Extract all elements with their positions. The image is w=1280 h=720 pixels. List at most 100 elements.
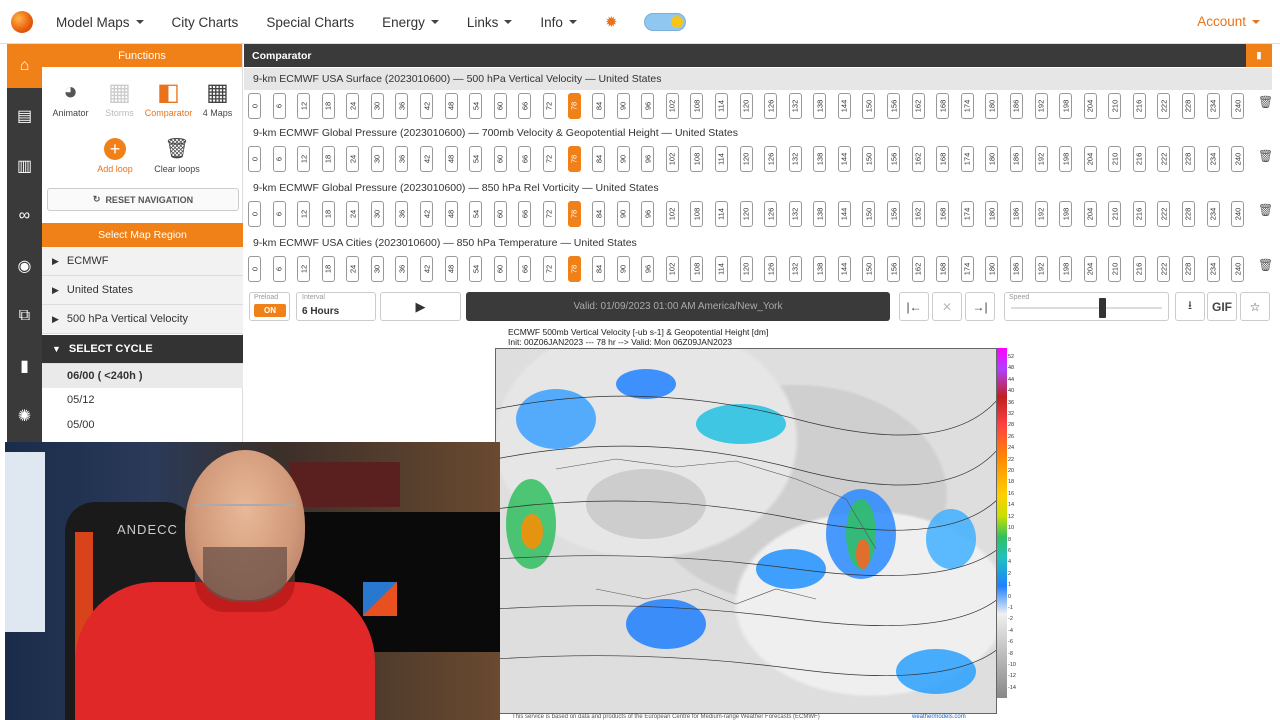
hour-button[interactable]: 0 — [248, 256, 261, 282]
hour-button[interactable]: 162 — [911, 201, 925, 227]
bar-chart-icon[interactable]: ▮ — [7, 344, 42, 388]
hour-button[interactable]: 30 — [370, 201, 384, 227]
account-menu[interactable]: Account — [1197, 14, 1260, 29]
hour-button[interactable]: 126 — [764, 146, 778, 172]
hour-button[interactable]: 42 — [420, 146, 434, 172]
hour-button[interactable]: 42 — [420, 93, 434, 119]
hour-button[interactable]: 48 — [444, 93, 458, 119]
hour-button[interactable]: 90 — [616, 256, 630, 282]
hour-button[interactable]: 150 — [862, 93, 876, 119]
hour-button[interactable]: 174 — [960, 256, 974, 282]
hour-button[interactable]: 120 — [739, 146, 753, 172]
hour-button[interactable]: 174 — [960, 146, 974, 172]
theme-toggle[interactable] — [643, 13, 686, 31]
hour-button[interactable]: 228 — [1181, 93, 1195, 119]
home-icon[interactable]: ⌂ — [7, 44, 42, 88]
hour-button[interactable]: 90 — [616, 201, 630, 227]
hour-button[interactable]: 0 — [248, 93, 261, 119]
hour-button[interactable]: 222 — [1157, 93, 1171, 119]
hour-button[interactable]: 30 — [370, 256, 384, 282]
hour-button[interactable]: 48 — [444, 146, 458, 172]
hour-button[interactable]: 222 — [1157, 201, 1171, 227]
hour-button[interactable]: 222 — [1157, 256, 1171, 282]
hour-button[interactable]: 186 — [1009, 93, 1023, 119]
hour-button[interactable]: 204 — [1083, 201, 1097, 227]
four-maps-button[interactable]: ▦ 4 Maps — [193, 76, 242, 119]
radiation-icon[interactable]: ✺ — [7, 394, 42, 438]
hour-button[interactable]: 78 — [567, 146, 581, 172]
hour-button[interactable]: 192 — [1034, 146, 1048, 172]
nav-model-maps[interactable]: Model Maps — [56, 15, 144, 30]
trash-icon[interactable]: 🗑 — [1258, 95, 1273, 109]
hour-button[interactable]: 12 — [297, 256, 311, 282]
hour-button[interactable]: 204 — [1083, 146, 1097, 172]
hour-button[interactable]: 18 — [321, 201, 335, 227]
hour-button[interactable]: 156 — [887, 201, 901, 227]
hour-button[interactable]: 54 — [469, 93, 483, 119]
hour-button[interactable]: 48 — [444, 256, 458, 282]
add-loop-button[interactable]: + Add loop — [84, 138, 146, 174]
hour-button[interactable]: 48 — [444, 201, 458, 227]
nav-city-charts[interactable]: City Charts — [172, 15, 239, 30]
hour-button[interactable]: 198 — [1059, 146, 1073, 172]
hour-button[interactable]: 102 — [665, 146, 679, 172]
hour-button[interactable]: 96 — [641, 146, 655, 172]
accordion-parameter[interactable]: ▶ 500 hPa Vertical Velocity — [42, 305, 243, 334]
export-icon[interactable]: ⧉ — [7, 294, 42, 338]
hour-button[interactable]: 30 — [370, 93, 384, 119]
accordion-model[interactable]: ▶ ECMWF — [42, 247, 243, 276]
hour-button[interactable]: 72 — [542, 93, 556, 119]
hour-button[interactable]: 72 — [542, 201, 556, 227]
hour-button[interactable]: 132 — [788, 256, 802, 282]
hour-button[interactable]: 0 — [248, 201, 261, 227]
hour-button[interactable]: 6 — [272, 146, 286, 172]
hour-button[interactable]: 198 — [1059, 93, 1073, 119]
hour-button[interactable]: 180 — [985, 256, 999, 282]
accordion-region[interactable]: ▶ United States — [42, 276, 243, 305]
hour-button[interactable]: 120 — [739, 201, 753, 227]
hour-button[interactable]: 24 — [346, 146, 360, 172]
hour-button[interactable]: 222 — [1157, 146, 1171, 172]
hour-button[interactable]: 72 — [542, 146, 556, 172]
hour-button[interactable]: 174 — [960, 201, 974, 227]
cycle-option[interactable]: 05/12 — [42, 388, 243, 412]
hour-button[interactable]: 6 — [272, 93, 286, 119]
hour-button[interactable]: 42 — [420, 201, 434, 227]
trash-icon[interactable]: 🗑 — [1258, 203, 1273, 217]
clear-loops-button[interactable]: 🗑 Clear loops — [146, 138, 208, 174]
hour-button[interactable]: 240 — [1231, 93, 1245, 119]
hour-button[interactable]: 138 — [813, 256, 827, 282]
hour-button[interactable]: 144 — [837, 146, 851, 172]
site-logo[interactable] — [11, 11, 33, 33]
nav-special-charts[interactable]: Special Charts — [266, 15, 354, 30]
hour-button[interactable]: 60 — [493, 201, 507, 227]
hour-button[interactable]: 114 — [714, 93, 728, 119]
hour-button[interactable]: 132 — [788, 146, 802, 172]
hour-button[interactable]: 18 — [321, 93, 335, 119]
hour-button[interactable]: 84 — [592, 146, 606, 172]
hour-button[interactable]: 162 — [911, 146, 925, 172]
hour-button[interactable]: 204 — [1083, 256, 1097, 282]
hour-button[interactable]: 66 — [518, 256, 532, 282]
hour-button[interactable]: 126 — [764, 256, 778, 282]
hour-button[interactable]: 102 — [665, 201, 679, 227]
files-icon[interactable]: ▥ — [7, 144, 42, 188]
hour-button[interactable]: 204 — [1083, 93, 1097, 119]
nav-info[interactable]: Info — [540, 15, 577, 30]
hour-button[interactable]: 180 — [985, 201, 999, 227]
hour-button[interactable]: 234 — [1206, 201, 1220, 227]
hour-button[interactable]: 120 — [739, 93, 753, 119]
storms-button[interactable]: ▦ Storms — [95, 76, 144, 119]
hour-button[interactable]: 54 — [469, 256, 483, 282]
hour-button[interactable]: 90 — [616, 93, 630, 119]
hour-button[interactable]: 168 — [936, 146, 950, 172]
hour-button[interactable]: 114 — [714, 201, 728, 227]
hour-button[interactable]: 6 — [272, 256, 286, 282]
hour-button[interactable]: 240 — [1231, 201, 1245, 227]
hour-button[interactable]: 36 — [395, 201, 409, 227]
hour-button[interactable]: 78 — [567, 201, 581, 227]
gif-button[interactable]: GIF — [1207, 292, 1237, 321]
hour-button[interactable]: 150 — [862, 256, 876, 282]
hour-button[interactable]: 132 — [788, 93, 802, 119]
hour-button[interactable]: 30 — [370, 146, 384, 172]
